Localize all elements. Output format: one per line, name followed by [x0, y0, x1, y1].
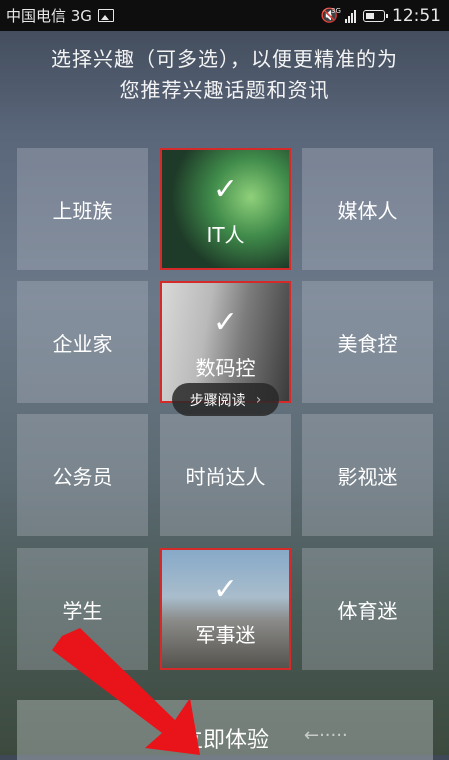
- tile-label: 企业家: [52, 331, 113, 356]
- image-notification-icon: [97, 9, 114, 22]
- interest-tile-fashion[interactable]: 时尚达人: [160, 414, 291, 536]
- battery-icon: [363, 9, 388, 22]
- network-type-label: 3G: [331, 6, 341, 15]
- tile-label: 数码控: [195, 355, 256, 380]
- tile-label: 美食控: [337, 331, 398, 356]
- swipe-hint-icon: ←·····: [304, 725, 348, 746]
- tile-label: 体育迷: [337, 598, 398, 623]
- interest-tile-entrepreneur[interactable]: 企业家: [17, 281, 148, 403]
- prompt-line-1: 选择兴趣（可多选），以便更精准的为: [51, 47, 398, 71]
- interest-tile-food[interactable]: 美食控: [302, 281, 433, 403]
- signal-icon: 3G: [331, 7, 356, 23]
- interest-tile-office-worker[interactable]: 上班族: [17, 148, 148, 270]
- interest-tile-film[interactable]: 影视迷: [302, 414, 433, 536]
- interest-tile-sports[interactable]: 体育迷: [302, 548, 433, 670]
- checkmark-icon: ✓: [212, 172, 239, 207]
- step-reading-label: 步骤阅读: [189, 392, 246, 409]
- chevron-right-icon: ›: [255, 391, 262, 408]
- annotation-arrow-icon: [52, 628, 200, 755]
- tile-label: 时尚达人: [185, 464, 266, 489]
- clock: 12:51: [392, 5, 441, 26]
- tile-label: IT人: [206, 222, 245, 247]
- status-bar: 中国电信 3G 🔇 3G 12:51: [0, 0, 449, 31]
- carrier-label: 中国电信 3G: [6, 7, 92, 25]
- interest-tile-it[interactable]: ✓ IT人: [160, 148, 291, 270]
- tile-label: 媒体人: [337, 198, 398, 223]
- tile-label: 影视迷: [337, 464, 398, 489]
- interest-tile-civil-servant[interactable]: 公务员: [17, 414, 148, 536]
- interest-tile-media[interactable]: 媒体人: [302, 148, 433, 270]
- interest-prompt: 选择兴趣（可多选），以便更精准的为 您推荐兴趣话题和资讯: [0, 44, 449, 106]
- checkmark-icon: ✓: [212, 305, 239, 340]
- tile-label: 公务员: [52, 464, 113, 489]
- checkmark-icon: ✓: [212, 572, 239, 607]
- prompt-line-2: 您推荐兴趣话题和资讯: [119, 78, 330, 102]
- tile-label: 上班族: [52, 198, 113, 223]
- step-reading-button[interactable]: 步骤阅读 ›: [172, 383, 279, 416]
- tile-label: 学生: [62, 598, 103, 623]
- tile-photo: [162, 150, 289, 268]
